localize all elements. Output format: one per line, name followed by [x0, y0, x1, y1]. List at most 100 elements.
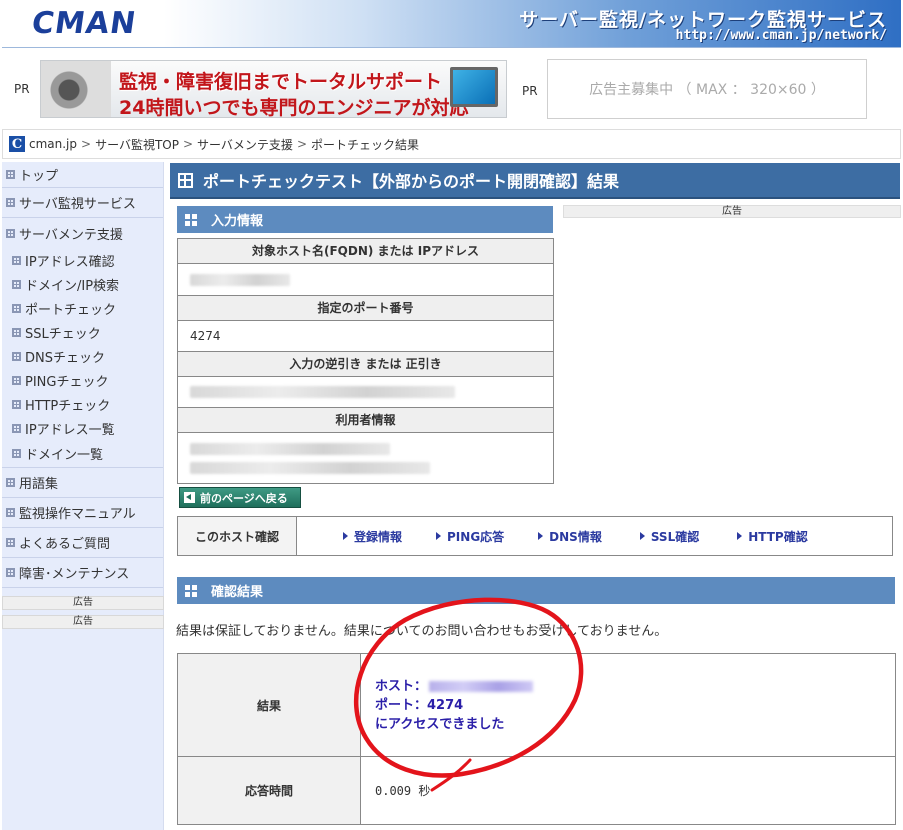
- ad-placeholder-text: 広告主募集中 （ MAX ： 320×60 ）: [589, 82, 825, 98]
- port-value: 4274: [178, 321, 553, 352]
- breadcrumb-item-home[interactable]: cman.jp: [29, 137, 77, 151]
- breadcrumb-separator: >: [81, 137, 92, 151]
- sidebar-item-port-check[interactable]: ポートチェック: [2, 296, 163, 320]
- sidebar-item-label: サーバ監視サービス: [19, 197, 136, 212]
- sidebar-item-label: 障害･メンテナンス: [19, 567, 130, 582]
- link-http-check[interactable]: HTTP確認: [737, 528, 808, 545]
- sidebar-item-label: サーバメンテ支援: [19, 227, 123, 243]
- breadcrumb-item-monitor-top[interactable]: サーバ監視TOP: [95, 136, 179, 153]
- result-host-line: ホスト：: [375, 677, 895, 696]
- link-label: HTTP確認: [748, 529, 808, 544]
- section-icon: [185, 584, 197, 597]
- sidebar-item-domain-list[interactable]: ドメイン一覧: [2, 440, 163, 468]
- redacted-lookup: [190, 386, 455, 398]
- result-header: 確認結果: [177, 577, 895, 604]
- link-ssl-check[interactable]: SSL確認: [639, 528, 700, 545]
- lookup-value: [178, 377, 553, 408]
- link-label: SSL確認: [650, 529, 700, 544]
- sidebar-item-http-check[interactable]: HTTPチェック: [2, 392, 163, 416]
- sidebar-item-label: 用語集: [19, 477, 59, 492]
- link-label: 登録情報: [354, 529, 403, 544]
- sidebar-item-dns-check[interactable]: DNSチェック: [2, 344, 163, 368]
- result-host-prefix: ホスト：: [375, 678, 428, 694]
- table-icon: [178, 172, 193, 188]
- sidebar-item-label: ドメイン一覧: [25, 448, 104, 463]
- grid-icon: [12, 303, 21, 313]
- sidebar-item-ip-check[interactable]: IPアドレス確認: [2, 248, 163, 272]
- disclaimer-note: 結果は保証しておりません。結果についてのお問い合わせもお受けしておりません。: [176, 624, 668, 639]
- grid-icon: [12, 255, 21, 265]
- input-info-header: 入力情報: [177, 206, 553, 233]
- back-arrow-icon: [184, 492, 195, 503]
- grid-icon: [12, 327, 21, 337]
- redacted-user-line-1: [190, 442, 390, 455]
- banner-line-2: 24時間いつでも専門のエンジニアが対応: [119, 97, 469, 118]
- sidebar-item-maintenance[interactable]: サーバメンテ支援: [2, 218, 163, 248]
- camera-image: [41, 61, 111, 117]
- sidebar-item-label: IPアドレス確認: [25, 254, 115, 270]
- sidebar-item-manual[interactable]: 監視操作マニュアル: [2, 498, 163, 528]
- redacted-host: [190, 273, 290, 286]
- sidebar-item-domain-search[interactable]: ドメイン/IP検索: [2, 272, 163, 296]
- grid-icon: [6, 198, 15, 207]
- sidebar-item-ip-list[interactable]: IPアドレス一覧: [2, 416, 163, 440]
- site-logo[interactable]: CMAN: [30, 6, 139, 41]
- sidebar-item-label: HTTPチェック: [25, 398, 111, 414]
- link-dns-info[interactable]: DNS情報: [538, 528, 602, 545]
- breadcrumb: C cman.jp > サーバ監視TOP > サーバメンテ支援 > ポートチェッ…: [2, 129, 901, 159]
- result-table: 結果 ホスト： ポート：4274 にアクセスできました 応答時間 0.009 秒: [177, 653, 896, 825]
- breadcrumb-item-current: ポートチェック結果: [311, 137, 420, 152]
- sidebar-item-glossary[interactable]: 用語集: [2, 468, 163, 498]
- user-info-label: 利用者情報: [178, 408, 553, 433]
- breadcrumb-item-maintenance[interactable]: サーバメンテ支援: [197, 136, 293, 153]
- link-label: PING応答: [447, 529, 505, 544]
- sidebar-item-top[interactable]: トップ: [2, 162, 163, 188]
- sidebar-item-ssl-check[interactable]: SSLチェック: [2, 320, 163, 344]
- redacted-user-line-2: [190, 461, 430, 474]
- grid-icon: [12, 375, 21, 385]
- breadcrumb-separator: >: [296, 137, 307, 151]
- sidebar: トップ サーバ監視サービス サーバメンテ支援 IPアドレス確認 ドメイン/IP検…: [2, 162, 164, 830]
- result-heading: 確認結果: [211, 585, 264, 600]
- result-port-line: ポート：4274: [375, 697, 464, 713]
- back-button[interactable]: 前のページへ戻る: [179, 487, 301, 508]
- sidebar-item-label: IPアドレス一覧: [25, 422, 115, 438]
- input-info-table: 対象ホスト名(FQDN) または IPアドレス 指定のポート番号 4274 入力…: [177, 238, 554, 484]
- banner-line-1: 監視・障害復旧までトータルサポート: [119, 71, 443, 93]
- section-icon: [185, 213, 197, 226]
- host-value: [178, 264, 553, 296]
- sidebar-item-label: PINGチェック: [25, 374, 109, 390]
- grid-icon: [6, 508, 15, 517]
- grid-icon: [12, 279, 21, 289]
- user-info-value: [178, 433, 553, 483]
- grid-icon: [12, 399, 21, 409]
- sidebar-item-monitor-service[interactable]: サーバ監視サービス: [2, 188, 163, 218]
- triangle-icon: [737, 532, 743, 540]
- main-ad-label: 広告: [563, 205, 901, 218]
- redacted-result-host: [429, 680, 534, 692]
- ad-banner[interactable]: 監視・障害復旧までトータルサポート 24時間いつでも専門のエンジニアが対応: [40, 60, 507, 118]
- ad-placeholder-box[interactable]: 広告主募集中 （ MAX ： 320×60 ）: [547, 59, 867, 119]
- link-ping-response[interactable]: PING応答: [436, 528, 504, 545]
- host-check-bar: このホスト確認 登録情報 PING応答 DNS情報 SSL確認 HTTP確認: [177, 516, 893, 556]
- response-time-label: 応答時間: [178, 757, 361, 824]
- sidebar-item-ping-check[interactable]: PINGチェック: [2, 368, 163, 392]
- sidebar-item-faq[interactable]: よくあるご質問: [2, 528, 163, 558]
- pr-label-left: PR: [14, 82, 30, 96]
- triangle-icon: [538, 532, 544, 540]
- page-title-bar: ポートチェックテスト【外部からのポート開閉確認】結果: [170, 163, 900, 199]
- monitor-image: [450, 67, 498, 107]
- result-value: ホスト： ポート：4274 にアクセスできました: [361, 654, 895, 756]
- sidebar-item-outage[interactable]: 障害･メンテナンス: [2, 558, 163, 588]
- site-header: CMAN サーバー監視/ネットワーク監視サービス http://www.cman…: [2, 0, 901, 48]
- back-button-label: 前のページへ戻る: [200, 491, 288, 505]
- lookup-label: 入力の逆引き または 正引き: [178, 352, 553, 377]
- grid-icon: [12, 423, 21, 433]
- result-label: 結果: [178, 654, 361, 756]
- result-row: 結果 ホスト： ポート：4274 にアクセスできました: [178, 654, 895, 757]
- link-registration-info[interactable]: 登録情報: [343, 528, 402, 545]
- grid-icon: [6, 538, 15, 547]
- triangle-icon: [436, 532, 442, 540]
- grid-icon: [6, 478, 15, 487]
- site-url[interactable]: http://www.cman.jp/network/: [676, 28, 887, 43]
